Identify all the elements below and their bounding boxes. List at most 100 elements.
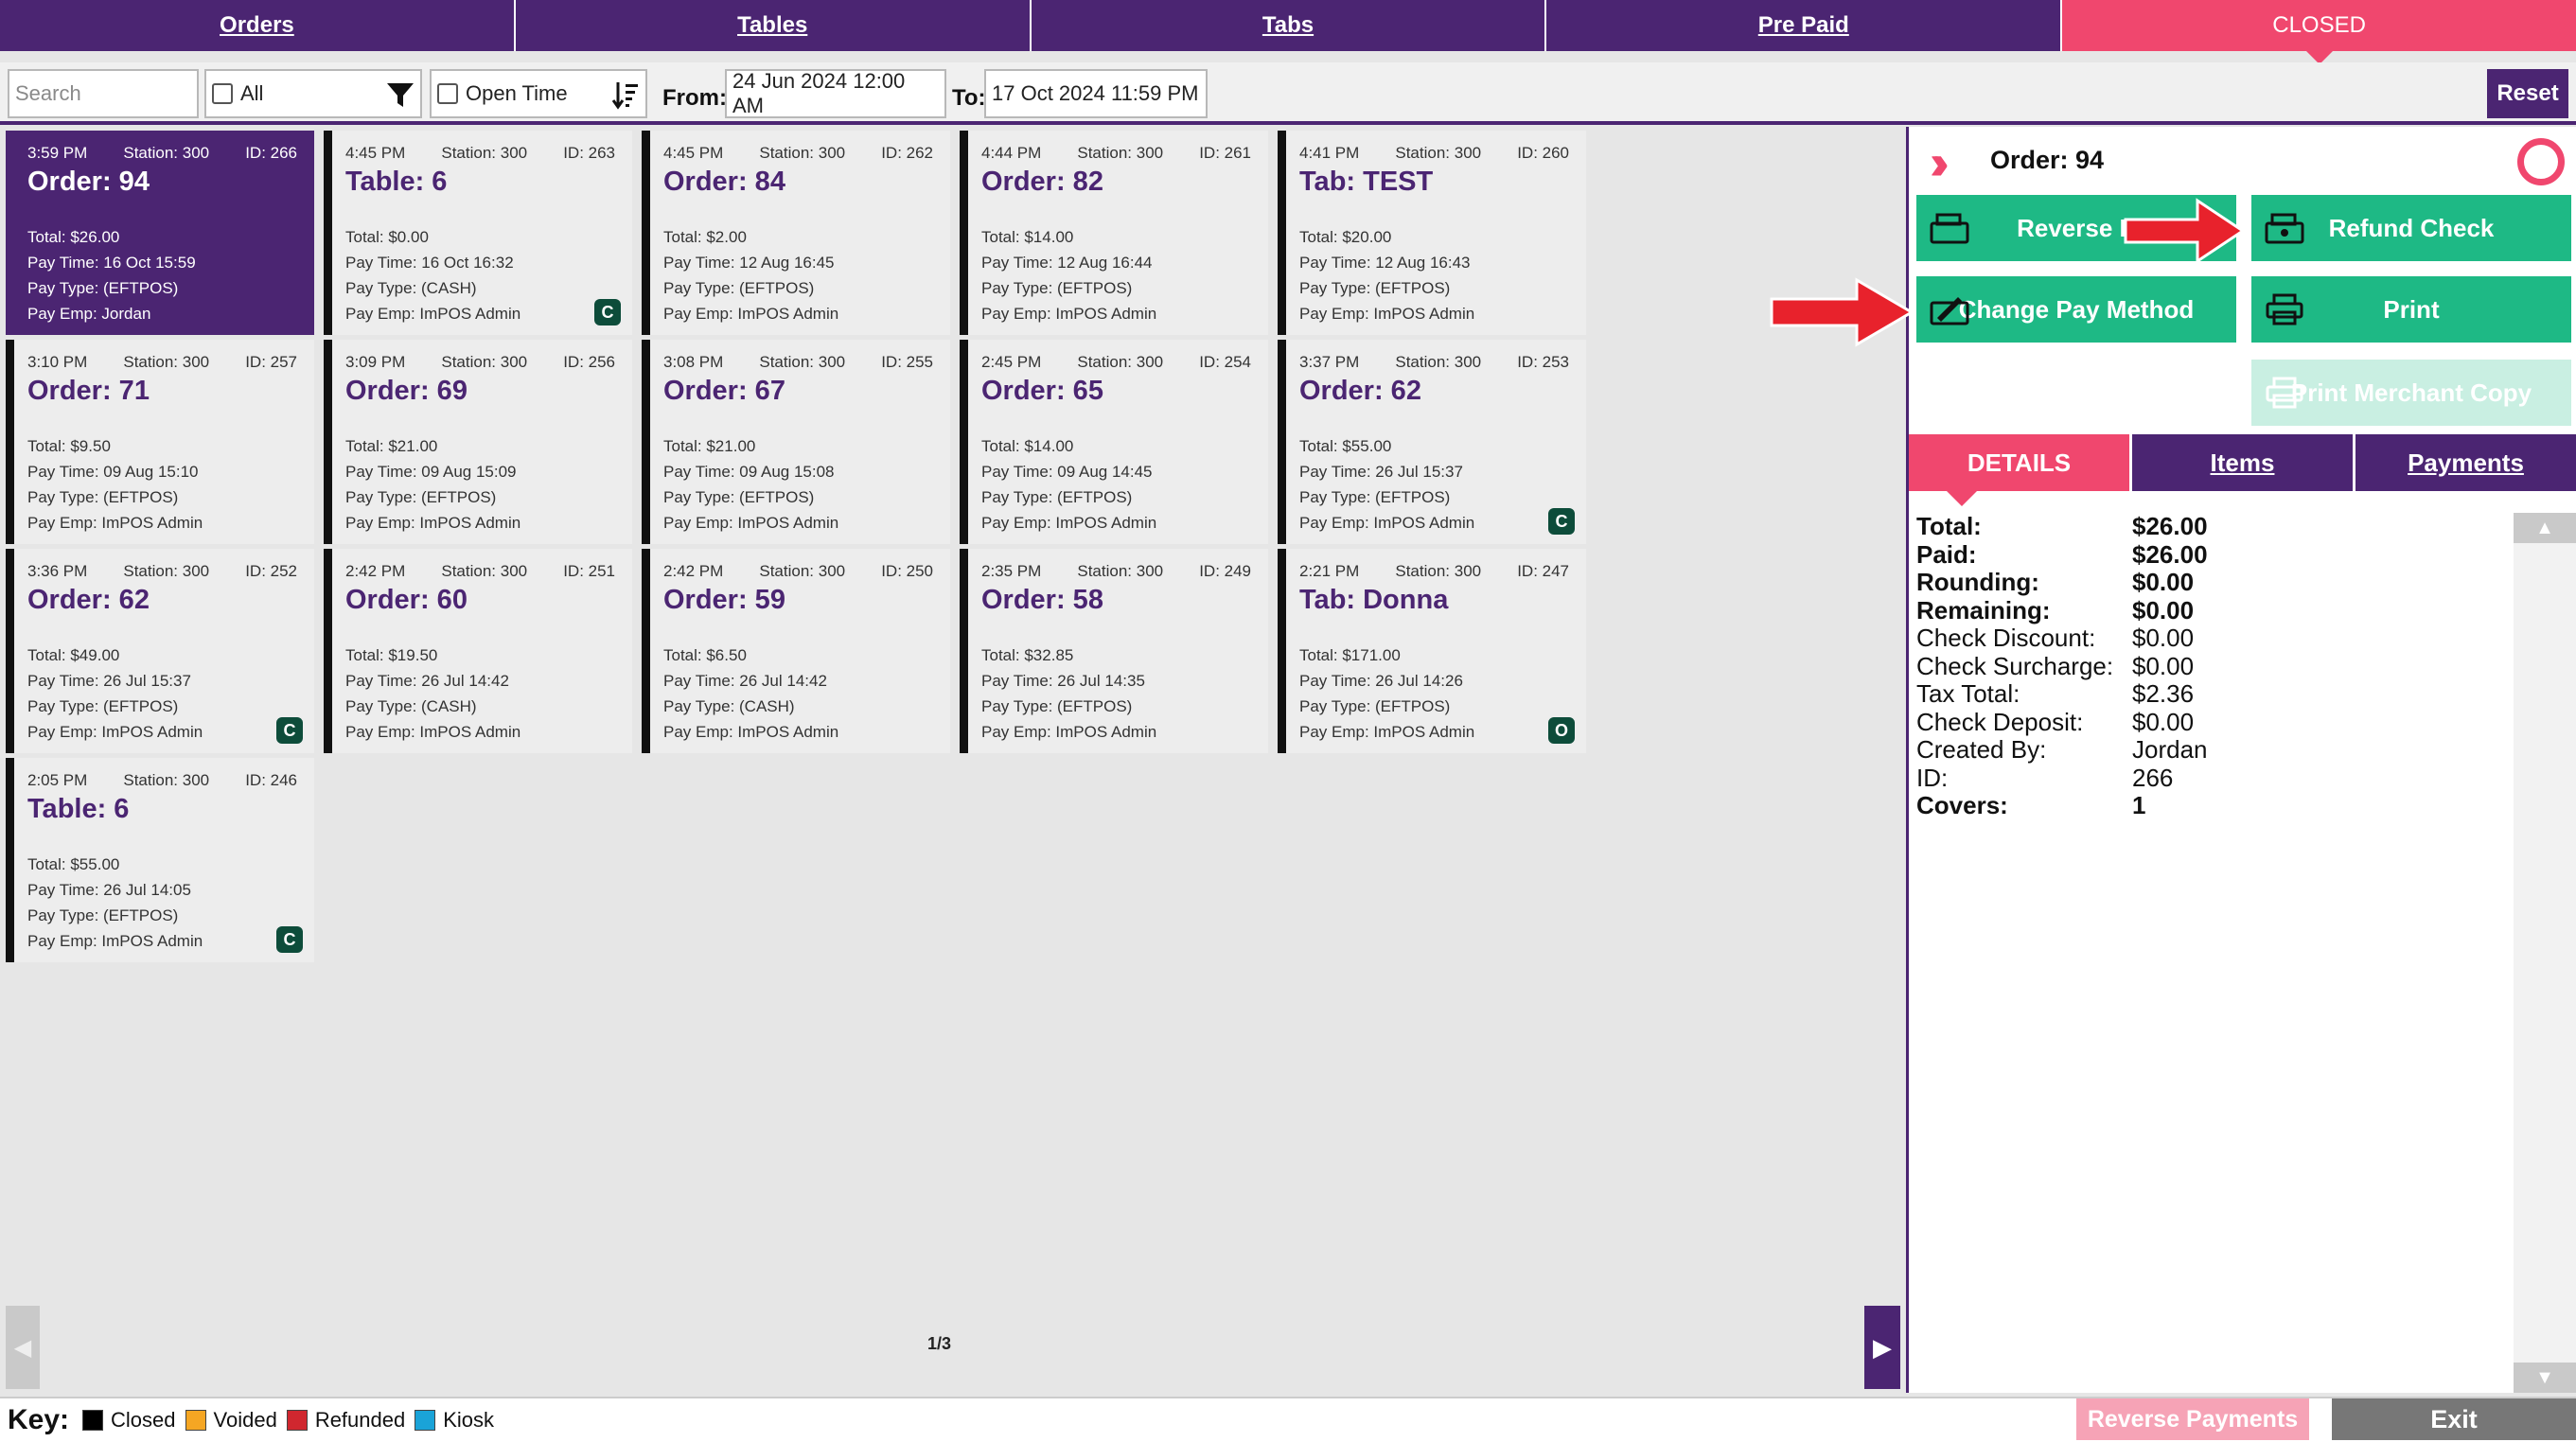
reverse-payments-button[interactable]: Reverse Payments	[2076, 1398, 2309, 1440]
order-card[interactable]: 4:45 PM Station: 300 ID: 263 Table: 6 Total:…	[324, 131, 632, 335]
key-title: Key:	[8, 1404, 70, 1435]
order-card[interactable]: 3:10 PM Station: 300 ID: 257 Order: 71 Total…	[6, 340, 314, 544]
detail-value: $0.00	[2132, 707, 2195, 736]
all-filter[interactable]: All	[204, 69, 422, 118]
search-input[interactable]	[15, 81, 191, 106]
card-station: Station: 300	[441, 562, 528, 580]
key-label: Voided	[213, 1408, 277, 1432]
from-date-field[interactable]: 24 Jun 2024 12:00 AM	[725, 69, 946, 118]
tab-orders[interactable]: Orders	[0, 0, 516, 51]
order-card[interactable]: 2:05 PM Station: 300 ID: 246 Table: 6 Total:…	[6, 758, 314, 962]
card-header: 2:45 PM Station: 300 ID: 254	[981, 353, 1251, 372]
order-card[interactable]: 3:09 PM Station: 300 ID: 256 Order: 69 Total…	[324, 340, 632, 544]
card-header: 2:05 PM Station: 300 ID: 246	[27, 771, 297, 790]
order-card[interactable]: 2:42 PM Station: 300 ID: 250 Order: 59 Total…	[642, 549, 950, 753]
order-card[interactable]: 3:59 PM Station: 300 ID: 266 Order: 94 Total…	[6, 131, 314, 335]
card-time: 2:42 PM	[663, 562, 724, 580]
key-item: Kiosk	[415, 1408, 494, 1433]
card-status-badge: C	[276, 717, 303, 744]
filter-icon[interactable]	[386, 82, 415, 109]
card-id: ID: 254	[1199, 353, 1251, 371]
prev-page-button[interactable]: ◀	[6, 1306, 40, 1389]
detail-value: $0.00	[2132, 651, 2195, 680]
card-pay-time: Pay Time: 26 Jul 14:42	[345, 672, 509, 690]
tab-tables[interactable]: Tables	[515, 0, 1032, 51]
card-pay-emp: Pay Emp: ImPOS Admin	[1299, 514, 1475, 532]
order-card[interactable]: 3:36 PM Station: 300 ID: 252 Order: 62 Total…	[6, 549, 314, 753]
order-card[interactable]: 2:45 PM Station: 300 ID: 254 Order: 65 Total…	[960, 340, 1268, 544]
order-detail-panel: ›› Order: 94 Reverse P Refund Check Chan…	[1906, 127, 2576, 1393]
check-pen-icon	[1930, 297, 1969, 325]
card-header: 4:45 PM Station: 300 ID: 262	[663, 144, 933, 163]
tab-tabs[interactable]: Tabs	[1031, 0, 1547, 51]
card-id: ID: 262	[881, 144, 933, 162]
order-card[interactable]: 4:41 PM Station: 300 ID: 260 Tab: TEST Total…	[1278, 131, 1586, 335]
open-time-label: Open Time	[466, 81, 568, 105]
open-time-checkbox[interactable]	[437, 83, 458, 104]
card-pay-time: Pay Time: 09 Aug 15:08	[663, 463, 835, 481]
order-card[interactable]: 4:44 PM Station: 300 ID: 261 Order: 82 Total…	[960, 131, 1268, 335]
key-swatch	[82, 1410, 104, 1431]
print-button[interactable]: Print	[2251, 276, 2571, 343]
card-header: 3:09 PM Station: 300 ID: 256	[345, 353, 615, 372]
reset-button[interactable]: Reset	[2487, 69, 2568, 118]
exit-button[interactable]: Exit	[2332, 1398, 2576, 1440]
card-pay-emp: Pay Emp: ImPOS Admin	[981, 305, 1157, 323]
card-time: 3:09 PM	[345, 353, 406, 371]
tab-payments[interactable]: Payments	[2355, 434, 2576, 491]
card-station: Station: 300	[441, 144, 528, 162]
card-id: ID: 261	[1199, 144, 1251, 162]
key-label: Closed	[111, 1408, 176, 1432]
order-card[interactable]: 2:21 PM Station: 300 ID: 247 Tab: Donna Tota…	[1278, 549, 1586, 753]
card-title: Order: 62	[27, 585, 150, 615]
tab-pre-paid[interactable]: Pre Paid	[1546, 0, 2063, 51]
scroll-up-button[interactable]: ▲	[2514, 513, 2576, 543]
change-pay-method-button[interactable]: Change Pay Method	[1916, 276, 2236, 343]
card-total: Total: $14.00	[981, 228, 1074, 246]
card-pay-time: Pay Time: 16 Oct 16:32	[345, 254, 514, 272]
order-card[interactable]: 2:42 PM Station: 300 ID: 251 Order: 60 Total…	[324, 549, 632, 753]
card-header: 3:36 PM Station: 300 ID: 252	[27, 562, 297, 581]
scroll-down-button[interactable]: ▼	[2514, 1363, 2576, 1393]
card-pay-time: Pay Time: 12 Aug 16:43	[1299, 254, 1471, 272]
all-checkbox[interactable]	[212, 83, 233, 104]
key-items: Closed Voided Refunded Kiosk	[82, 1408, 503, 1433]
card-pay-emp: Pay Emp: ImPOS Admin	[1299, 305, 1475, 323]
card-total: Total: $21.00	[663, 437, 756, 455]
card-header: 3:08 PM Station: 300 ID: 255	[663, 353, 933, 372]
order-card[interactable]: 4:45 PM Station: 300 ID: 262 Order: 84 Total…	[642, 131, 950, 335]
card-station: Station: 300	[1077, 144, 1164, 162]
card-id: ID: 260	[1517, 144, 1569, 162]
card-total: Total: $9.50	[27, 437, 111, 455]
tab-items[interactable]: Items	[2132, 434, 2355, 491]
tab-closed[interactable]: CLOSED	[2062, 0, 2576, 64]
key-item: Closed	[82, 1408, 176, 1433]
card-total: Total: $20.00	[1299, 228, 1392, 246]
next-page-button[interactable]: ▶	[1864, 1306, 1900, 1389]
order-card[interactable]: 3:37 PM Station: 300 ID: 253 Order: 62 Total…	[1278, 340, 1586, 544]
card-station: Station: 300	[123, 562, 210, 580]
order-card[interactable]: 3:08 PM Station: 300 ID: 255 Order: 67 Total…	[642, 340, 950, 544]
detail-value: Jordan	[2132, 735, 2208, 765]
card-time: 4:44 PM	[981, 144, 1042, 162]
details-scrollbar[interactable]: ▲ ▼	[2514, 513, 2576, 1393]
order-card[interactable]: 2:35 PM Station: 300 ID: 249 Order: 58 Total…	[960, 549, 1268, 753]
collapse-chevron-icon[interactable]: ››	[1930, 134, 1949, 191]
detail-row: Covers: 1	[1916, 791, 2484, 820]
tab-details[interactable]: DETAILS	[1909, 434, 2132, 506]
top-nav: Orders Tables Tabs Pre Paid CLOSED	[0, 0, 2576, 64]
open-time-filter[interactable]: Open Time	[430, 69, 647, 118]
detail-key: Total:	[1916, 512, 1982, 541]
card-id: ID: 246	[245, 771, 297, 789]
card-pay-time: Pay Time: 12 Aug 16:45	[663, 254, 835, 272]
filter-bar: All Open Time From: 24 Jun 2024 12:00 AM…	[0, 62, 2576, 125]
to-date-field[interactable]: 17 Oct 2024 11:59 PM	[984, 69, 1208, 118]
card-pay-time: Pay Time: 09 Aug 15:10	[27, 463, 199, 481]
detail-row: Rounding: $0.00	[1916, 568, 2484, 597]
card-pay-emp: Pay Emp: ImPOS Admin	[981, 514, 1157, 532]
status-ring-icon	[2517, 138, 2565, 185]
card-station: Station: 300	[759, 562, 846, 580]
print-merchant-copy-button[interactable]: Print Merchant Copy	[2251, 360, 2571, 426]
sort-icon[interactable]	[611, 80, 640, 111]
refund-check-button[interactable]: Refund Check	[2251, 195, 2571, 261]
